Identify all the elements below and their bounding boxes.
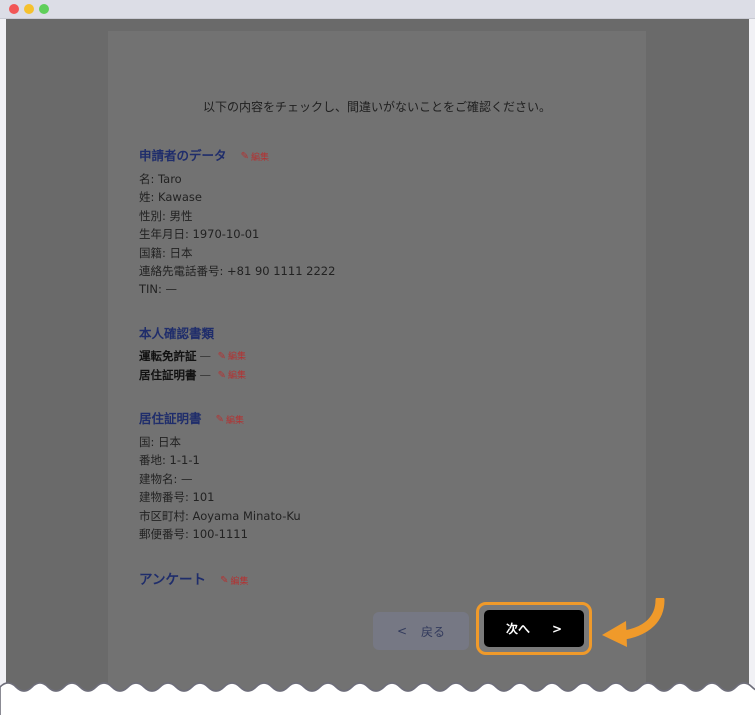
chevron-right-icon: > [551, 621, 563, 636]
document-residence-certificate: 居住証明書 — ✎ 編集 [139, 366, 246, 385]
chevron-left-icon: < [396, 624, 408, 638]
document-dash: — [199, 349, 212, 363]
residence-postal-code: 郵便番号: 100-1111 [139, 527, 248, 542]
pencil-icon: ✎ [240, 151, 249, 162]
minimize-window-button[interactable] [24, 4, 34, 14]
applicant-section: 申請者のデータ ✎ 編集 [139, 145, 269, 164]
applicant-details: 名: Taro 姓: Kawase 性別: 男性 生年月日: 1970-10-0… [139, 170, 335, 299]
close-window-button[interactable] [9, 4, 19, 14]
edit-label: 編集 [228, 352, 247, 362]
browser-window: 以下の内容をチェックし、間違いがないことをご確認ください。 申請者のデータ ✎ … [0, 0, 755, 715]
back-button-label: 戻る [421, 624, 446, 639]
edit-label: 編集 [251, 153, 270, 163]
title-bar [0, 0, 755, 19]
pencil-icon: ✎ [217, 351, 227, 362]
residence-section: 居住証明書 ✎ 編集 [139, 408, 244, 427]
pencil-icon: ✎ [220, 575, 229, 586]
document-name: 運転免許証 [139, 349, 197, 363]
applicant-first-name: 名: Taro [139, 172, 182, 186]
next-button-label: 次へ [505, 622, 530, 636]
maximize-window-button[interactable] [39, 4, 49, 14]
applicant-title: 申請者のデータ [139, 148, 227, 163]
pencil-icon: ✎ [215, 414, 224, 425]
identity-title: 本人確認書類 [139, 326, 215, 341]
survey-edit-link[interactable]: ✎ 編集 [220, 574, 248, 587]
residence-title: 居住証明書 [139, 411, 202, 426]
document-drivers-license: 運転免許証 — ✎ 編集 [139, 347, 246, 366]
survey-section: アンケート ✎ 編集 [139, 568, 248, 588]
edit-label: 編集 [226, 416, 245, 426]
torn-edge-divider [0, 682, 755, 715]
residence-edit-link[interactable]: ✎ 編集 [216, 413, 244, 426]
survey-title: アンケート [139, 572, 206, 588]
next-button-highlight: 次へ > [476, 602, 592, 655]
applicant-last-name: 姓: Kawase [139, 190, 202, 205]
edit-label: 編集 [228, 371, 247, 381]
applicant-edit-link[interactable]: ✎ 編集 [241, 150, 269, 163]
confirmation-card: 以下の内容をチェックし、間違いがないことをご確認ください。 申請者のデータ ✎ … [108, 31, 665, 715]
document-dash: — [199, 368, 212, 382]
identity-documents: 運転免許証 — ✎ 編集 居住証明書 — ✎ 編集 [139, 347, 246, 385]
pencil-icon: ✎ [217, 370, 227, 381]
residence-details: 国: 日本 番地: 1-1-1 建物名: — 建物番号: 101 市区町村: A… [139, 433, 301, 543]
residence-building-number: 建物番号: 101 [139, 490, 215, 505]
document-name: 居住証明書 [139, 368, 197, 382]
residence-street: 番地: 1-1-1 [139, 453, 200, 468]
residence-country: 国: 日本 [139, 435, 182, 449]
residence-city: 市区町村: Aoyama Minato-Ku [139, 508, 301, 523]
pointer-arrow-icon [602, 598, 665, 647]
document-edit-link[interactable]: ✎ 編集 [218, 367, 246, 385]
applicant-birthdate: 生年月日: 1970-10-01 [139, 227, 260, 242]
intro-text: 以下の内容をチェックし、間違いがないことをご確認ください。 [202, 100, 551, 114]
back-button[interactable]: < 戻る [373, 612, 469, 650]
applicant-nationality: 国籍: 日本 [139, 245, 193, 260]
page-viewport: 以下の内容をチェックし、間違いがないことをご確認ください。 申請者のデータ ✎ … [6, 19, 749, 715]
applicant-gender: 性別: 男性 [139, 208, 193, 223]
next-button[interactable]: 次へ > [484, 610, 584, 647]
applicant-phone: 連絡先電話番号: +81 90 1111 2222 [139, 264, 336, 279]
identity-section: 本人確認書類 [139, 323, 214, 342]
document-edit-link[interactable]: ✎ 編集 [218, 348, 246, 366]
edit-label: 編集 [230, 577, 249, 587]
residence-building-name: 建物名: — [139, 471, 193, 486]
applicant-tin: TIN: — [139, 282, 178, 297]
